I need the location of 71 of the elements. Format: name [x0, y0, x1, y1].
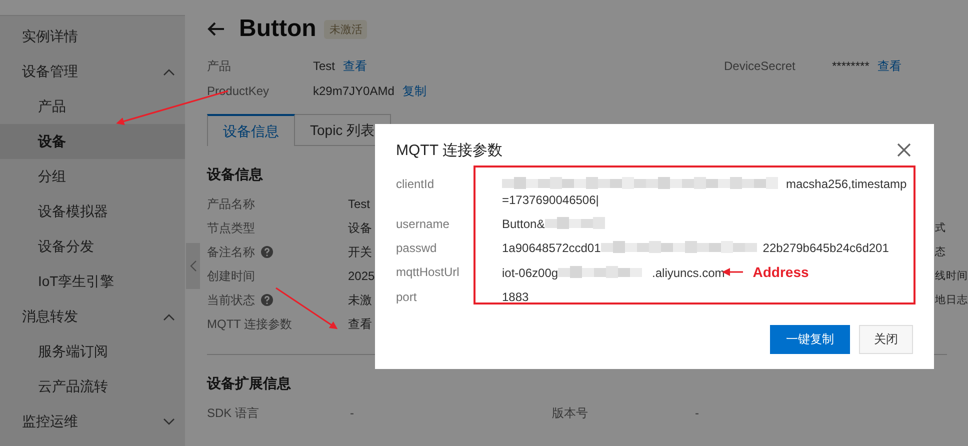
sidebar-item[interactable]: 分组 — [0, 159, 185, 194]
sidebar-item[interactable]: 设备 — [0, 124, 185, 159]
field-value: 开关 — [348, 244, 372, 260]
field-label: mqttHostUrl — [396, 264, 460, 281]
copy-button[interactable]: 一键复制 — [770, 325, 850, 354]
close-button[interactable]: 关闭 — [859, 325, 913, 354]
field-label: 当前状态 — [207, 292, 255, 308]
close-icon — [897, 143, 911, 157]
field-value: 1883 — [502, 290, 529, 304]
field-label: 创建时间 — [207, 268, 255, 284]
field-label: 产品 — [207, 58, 232, 74]
sidebar-item[interactable]: 设备管理 — [0, 54, 185, 89]
field-value: 线时间 — [935, 270, 968, 282]
chevron-up-icon — [163, 312, 175, 320]
link[interactable]: 复制 — [402, 83, 426, 99]
field-value: 地日志 — [935, 294, 968, 306]
sidebar-item[interactable]: 云产品流转 — [0, 369, 185, 404]
field-value: iot-06z00g — [502, 266, 558, 280]
field-label: passwd — [396, 240, 438, 256]
tab[interactable]: 设备信息 — [207, 114, 295, 146]
field-label: 备注名称 — [207, 244, 255, 260]
chevron-left-icon — [190, 260, 196, 272]
field-value: 1a90648572ccd01 — [502, 241, 601, 255]
collapse-handle[interactable] — [186, 243, 200, 289]
sidebar-item[interactable]: 消息转发 — [0, 299, 185, 334]
field-label: ProductKey — [207, 83, 270, 99]
chevron-down-icon — [163, 418, 175, 426]
field-value: Test — [348, 196, 370, 212]
field-label: 产品名称 — [207, 196, 255, 212]
field-value: Test — [313, 58, 336, 74]
field-value: 2025 — [348, 268, 375, 284]
sidebar-item[interactable]: 产品 — [0, 89, 185, 124]
field-value: k29m7JY0AMd — [313, 83, 394, 99]
annotation-label: Address — [752, 264, 809, 280]
section-title: 设备扩展信息 — [207, 375, 291, 393]
sidebar-item[interactable]: 设备分发 — [0, 229, 185, 264]
field-value: 式 — [935, 222, 946, 234]
back-arrow-icon — [207, 22, 225, 36]
link[interactable]: 查看 — [877, 58, 902, 74]
field-value: 未激 — [348, 292, 372, 308]
dialog-title: MQTT 连接参数 — [396, 140, 502, 160]
field-label: clientId — [396, 176, 436, 193]
page-title: Button — [239, 15, 316, 43]
field-value: 态 — [935, 246, 946, 258]
field-label: MQTT 连接参数 — [207, 316, 292, 332]
field-label: port — [396, 289, 418, 305]
field-label: DeviceSecret — [724, 58, 796, 74]
field-label: SDK 语言 — [207, 405, 260, 421]
field-value: 设备 — [348, 220, 372, 236]
sidebar-item[interactable]: 服务端订阅 — [0, 334, 185, 369]
status-badge: 未激活 — [324, 20, 368, 38]
section-title: 设备信息 — [207, 166, 263, 184]
field-value: Button& — [502, 217, 545, 231]
arrow — [722, 268, 743, 276]
link[interactable]: 查看 — [348, 316, 372, 332]
sidebar-item[interactable]: 设备模拟器 — [0, 194, 185, 229]
sidebar-item[interactable]: 监控运维 — [0, 404, 185, 439]
field-value: ******** — [832, 58, 870, 74]
field-value: .aliyuncs.com — [652, 266, 725, 280]
field-value: - — [350, 405, 355, 421]
sidebar-item[interactable]: IoT孪生引擎 — [0, 264, 185, 299]
field-value: macsha256,timestamp=1737690046506| — [502, 177, 907, 207]
field-value: - — [695, 405, 700, 421]
link[interactable]: 查看 — [343, 58, 368, 74]
close-button[interactable] — [895, 141, 913, 159]
field-value: 22b279b645b24c6d201 — [762, 241, 889, 255]
field-label: 节点类型 — [207, 220, 255, 236]
chevron-up-icon — [163, 68, 175, 76]
sidebar-item[interactable]: 实例详情 — [0, 19, 185, 54]
field-label: username — [396, 216, 450, 232]
field-label: 版本号 — [552, 405, 589, 421]
